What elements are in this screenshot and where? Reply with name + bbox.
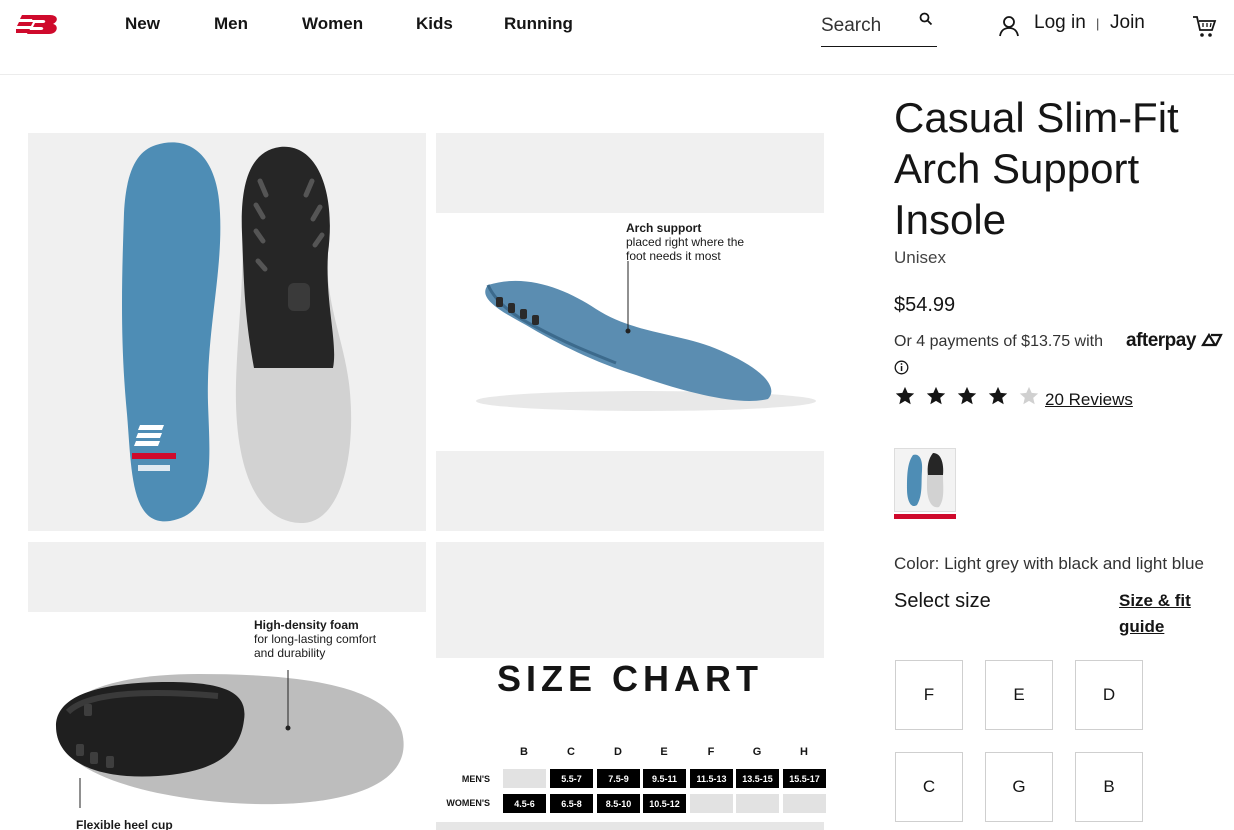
nav-running[interactable]: Running	[504, 14, 573, 34]
afterpay-logo[interactable]: afterpay	[1126, 330, 1223, 352]
size-chart-col-b: B	[520, 746, 528, 758]
size-chart-cell	[736, 794, 779, 813]
star-filled-icon	[895, 386, 915, 405]
foam-callout: High-density foam for long-lasting comfo…	[254, 618, 394, 660]
select-size-label: Select size	[894, 590, 991, 612]
account-icon[interactable]	[998, 15, 1020, 37]
afterpay-brand: afterpay	[1126, 330, 1196, 351]
arch-support-callout: Arch support placed right where the foot…	[626, 221, 766, 263]
arch-callout-title: Arch support	[626, 221, 702, 235]
size-chart-col-e: E	[660, 746, 668, 758]
foam-callout-title: High-density foam	[254, 618, 359, 632]
gallery-image-top-view[interactable]	[28, 133, 426, 531]
join-link[interactable]: Join	[1110, 12, 1145, 34]
size-chart-cell: 7.5-9	[597, 769, 640, 788]
gallery-divider	[436, 822, 824, 830]
size-chart-cell: 9.5-11	[643, 769, 686, 788]
swatch-thumbnail-image	[907, 453, 944, 508]
size-chart-cell	[783, 794, 826, 813]
login-link[interactable]: Log in	[1034, 12, 1086, 34]
search-box	[821, 10, 937, 47]
size-chart-row-label-mens: MEN'S	[461, 774, 490, 784]
size-chart-col-h: H	[800, 746, 808, 758]
gallery-image-arch-support[interactable]: Arch support placed right where the foot…	[436, 133, 824, 531]
size-chart-col-f: F	[707, 746, 715, 758]
product-price: $54.99	[894, 294, 956, 316]
color-label: Color: Light grey with black and light b…	[894, 554, 1204, 573]
auth-separator: |	[1096, 16, 1100, 31]
insoles-top-view-image	[122, 142, 352, 524]
size-chart-cell: 15.5-17	[783, 769, 826, 788]
site-header: New Men Women Kids Running Log in | Join	[0, 0, 1234, 75]
selected-swatch-indicator	[894, 514, 956, 519]
size-chart-col-d: D	[614, 746, 622, 758]
size-option-g[interactable]: G	[985, 752, 1053, 822]
nav-kids[interactable]: Kids	[416, 14, 453, 34]
arch-support-panel: Arch support placed right where the foot…	[436, 213, 824, 451]
heel-callout-title: Flexible heel cup	[76, 818, 173, 830]
afterpay-arrows-icon	[1200, 332, 1223, 347]
foam-callout-text: for long-lasting comfort and durability	[254, 632, 377, 660]
search-input[interactable]	[821, 12, 913, 40]
size-chart-cell: 10.5-12	[643, 794, 686, 813]
afterpay-text: Or 4 payments of $13.75 with	[894, 333, 1103, 350]
size-chart-row-label-womens: WOMEN'S	[446, 798, 490, 808]
star-filled-icon	[926, 386, 946, 405]
size-chart-cell: 4.5-6	[503, 794, 546, 813]
size-chart-cell: 11.5-13	[690, 769, 733, 788]
size-option-e[interactable]: E	[985, 660, 1053, 730]
nav-new[interactable]: New	[125, 14, 160, 34]
reviews-link[interactable]: 20 Reviews	[1045, 390, 1133, 410]
info-icon[interactable]	[894, 360, 909, 375]
size-chart-title: SIZE CHART	[497, 658, 763, 699]
size-option-b[interactable]: B	[1075, 752, 1143, 822]
star-empty-icon	[1019, 386, 1039, 405]
size-chart-col-g: G	[752, 746, 762, 758]
size-option-f[interactable]: F	[895, 660, 963, 730]
new-balance-logo[interactable]	[16, 12, 64, 38]
size-option-c[interactable]: C	[895, 752, 963, 822]
foam-panel: High-density foam for long-lasting comfo…	[28, 612, 426, 830]
size-fit-guide-link[interactable]: Size & fit guide	[1119, 588, 1199, 640]
star-filled-icon	[988, 386, 1008, 405]
size-chart-cell: 8.5-10	[597, 794, 640, 813]
star-filled-icon	[957, 386, 977, 405]
product-gender: Unisex	[894, 248, 946, 267]
color-swatch[interactable]	[894, 448, 956, 512]
arch-callout-text: placed right where the foot needs it mos…	[626, 235, 745, 263]
nav-men[interactable]: Men	[214, 14, 248, 34]
size-chart-cell	[503, 769, 546, 788]
cart-icon[interactable]	[1192, 14, 1217, 39]
gallery-image-foam[interactable]: High-density foam for long-lasting comfo…	[28, 542, 426, 830]
size-chart-cell: 13.5-15	[736, 769, 779, 788]
nav-women[interactable]: Women	[302, 14, 363, 34]
size-chart-cell: 5.5-7	[550, 769, 593, 788]
size-chart-cell: 6.5-8	[550, 794, 593, 813]
size-option-d[interactable]: D	[1075, 660, 1143, 730]
product-title: Casual Slim-Fit Arch Support Insole	[894, 94, 1179, 243]
heel-callout: Flexible heel cup	[76, 818, 173, 830]
size-chart-col-c: C	[567, 746, 575, 758]
search-icon[interactable]	[919, 12, 933, 26]
size-chart-cell	[690, 794, 733, 813]
